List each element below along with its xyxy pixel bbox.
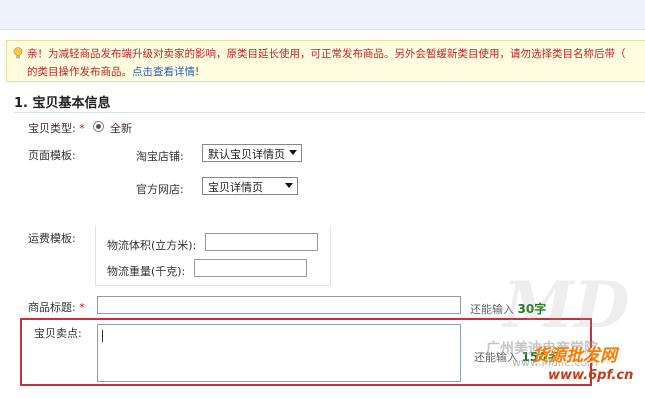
text-cursor xyxy=(102,330,103,342)
weight-label: 物流重量(千克): xyxy=(107,265,186,278)
title-label-text: 商品标题: xyxy=(28,301,76,314)
notice-banner: 亲！为减轻商品发布端升级对卖家的影响，原类目延长使用，可正常发布商品。另外会暂缓… xyxy=(6,40,645,82)
section-title: 1. 宝贝基本信息 xyxy=(14,96,111,111)
watermark-brand: 货源批发网 xyxy=(532,346,617,366)
notice-line-2: 的类目操作发布商品。点击查看详情! xyxy=(27,64,199,79)
new-radio-label: 全新 xyxy=(110,122,132,135)
required-mark: * xyxy=(79,122,85,135)
volume-input[interactable] xyxy=(205,233,318,251)
page-template-label: 页面模板: xyxy=(28,149,76,162)
lightbulb-icon xyxy=(13,47,23,59)
selling-point-textarea[interactable] xyxy=(97,324,461,382)
watermark-site: www.6pf.cn xyxy=(548,368,634,383)
notice-line-1: 亲！为减轻商品发布端升级对卖家的影响，原类目延长使用，可正常发布商品。另外会暂缓… xyxy=(27,48,626,60)
top-bar xyxy=(0,0,645,30)
title-input[interactable] xyxy=(97,296,461,314)
notice-line-2-text: 的类目操作发布商品。 xyxy=(27,66,132,78)
shipping-template-label: 运费模板: xyxy=(28,232,76,245)
official-template-select[interactable]: 宝贝详情页 xyxy=(202,177,298,195)
official-template-value: 宝贝详情页 xyxy=(208,181,263,194)
chevron-down-icon xyxy=(285,183,293,188)
taobao-template-value: 默认宝贝详情页 xyxy=(208,148,285,161)
section-divider xyxy=(14,112,645,113)
taobao-store-label: 淘宝店铺: xyxy=(136,150,184,163)
item-type-label: 宝贝类型: * xyxy=(28,120,85,136)
required-mark: * xyxy=(79,301,85,314)
volume-label: 物流体积(立方米): xyxy=(107,239,197,252)
weight-input[interactable] xyxy=(194,259,307,277)
notice-line-2-end: ! xyxy=(195,66,200,78)
selling-point-label: 宝贝卖点: xyxy=(34,327,82,340)
notice-details-link[interactable]: 点击查看详情 xyxy=(132,66,195,78)
official-store-label: 官方网店: xyxy=(136,183,184,196)
item-type-label-text: 宝贝类型: xyxy=(28,122,76,135)
new-radio[interactable] xyxy=(93,121,104,132)
chevron-down-icon xyxy=(289,150,297,155)
md-watermark-logo: MD xyxy=(503,268,630,343)
taobao-template-select[interactable]: 默认宝贝详情页 xyxy=(202,144,302,162)
title-label: 商品标题: * xyxy=(28,299,85,315)
